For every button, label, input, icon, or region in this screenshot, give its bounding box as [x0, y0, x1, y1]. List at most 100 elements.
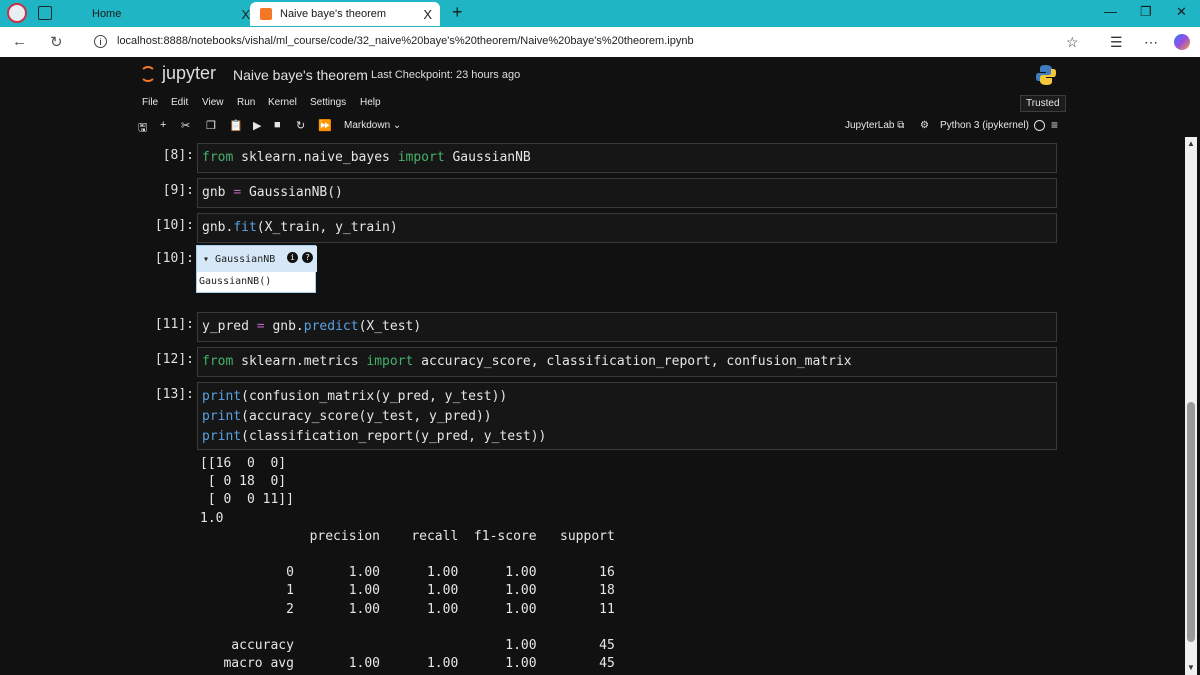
cell-output-text: [[16 0 0] [ 0 18 0] [ 0 0 11]] 1.0 precis… [200, 455, 615, 673]
favorite-star-icon[interactable]: ☆ [1066, 34, 1079, 51]
jupyter-logo[interactable]: jupyter [140, 63, 216, 84]
code-editor[interactable]: gnb.fit(X_train, y_train) [197, 213, 1057, 243]
profile-avatar[interactable] [7, 3, 27, 23]
keyword: import [366, 354, 414, 369]
menu-kernel[interactable]: Kernel [268, 97, 297, 108]
output-line: macro avg 1.00 1.00 1.00 45 [200, 656, 615, 672]
scroll-up-icon[interactable]: ▲ [1187, 139, 1195, 148]
cell-prompt: [13]: [154, 387, 194, 402]
url-field[interactable]: localhost:8888/notebooks/vishal/ml_cours… [117, 35, 694, 47]
tab-actions-icon[interactable] [38, 6, 52, 20]
kernel-settings-icon[interactable]: ⚙ [920, 120, 929, 131]
code-text: sklearn.naive_bayes [233, 150, 398, 165]
output-line: [ 0 18 0] [200, 474, 287, 490]
jupyterlab-label: JupyterLab [845, 120, 895, 131]
python-logo-icon [1036, 65, 1056, 85]
site-info-icon[interactable]: i [94, 35, 107, 48]
save-icon[interactable]: 🖫 [138, 119, 147, 138]
menu-view[interactable]: View [202, 97, 224, 108]
tab-close-icon[interactable]: X [423, 7, 432, 22]
restart-icon[interactable]: ↻ [296, 119, 305, 132]
code-text: (X_train, y_train) [256, 220, 398, 235]
paste-icon[interactable]: 📋 [229, 119, 243, 132]
cell-prompt: [9]: [162, 183, 194, 198]
run-icon[interactable]: ▶ [253, 119, 261, 132]
browser-window: Home X Naive baye's theorem X + — ❐ ✕ ← … [0, 0, 1200, 675]
menu-edit[interactable]: Edit [171, 97, 188, 108]
operator: = [256, 319, 265, 334]
code-text: gnb. [202, 220, 234, 235]
copilot-icon[interactable] [1174, 34, 1190, 50]
jupyterlab-link[interactable]: JupyterLab ⧉ [845, 120, 904, 131]
menu-bar: File Edit View Run Kernel Settings Help … [0, 93, 1200, 115]
help-icon[interactable]: ? [302, 252, 313, 263]
notebook-scrollbar[interactable]: ▲ ▼ [1185, 137, 1197, 675]
function-name: print [202, 429, 242, 444]
kernel-name[interactable]: Python 3 (ipykernel) [940, 120, 1029, 131]
keyword: import [397, 150, 445, 165]
tab-favicon-icon [260, 8, 272, 20]
cell-type-select[interactable]: Markdown ⌄ [344, 120, 401, 131]
cell-prompt: [10]: [154, 218, 194, 233]
code-editor[interactable]: y_pred = gnb.predict(X_test) [197, 312, 1057, 342]
code-editor[interactable]: gnb = GaussianNB() [197, 178, 1057, 208]
menu-settings[interactable]: Settings [310, 97, 346, 108]
stop-icon[interactable]: ■ [274, 119, 281, 131]
expand-arrow-icon: ▾ [203, 254, 216, 265]
more-options-icon[interactable]: ⋯ [1144, 34, 1158, 51]
code-text: (confusion_matrix(y_pred, y_test)) [241, 389, 508, 404]
cell-prompt: [8]: [162, 148, 194, 163]
copy-icon[interactable]: ❐ [206, 119, 216, 132]
code-text: gnb [202, 185, 234, 200]
trusted-badge[interactable]: Trusted [1020, 95, 1066, 112]
code-editor[interactable]: from sklearn.metrics import accuracy_sco… [197, 347, 1057, 377]
notebook-title[interactable]: Naive baye's theorem [233, 67, 368, 83]
code-text: (classification_report(y_pred, y_test)) [241, 429, 547, 444]
tab-close-icon[interactable]: X [241, 7, 250, 22]
menu-file[interactable]: File [142, 97, 158, 108]
output-prompt: [10]: [154, 251, 194, 266]
code-text: y_pred [202, 319, 257, 334]
operator: = [233, 185, 242, 200]
output-line: 2 1.00 1.00 1.00 11 [200, 601, 615, 617]
menu-help[interactable]: Help [360, 97, 381, 108]
minimize-button[interactable]: — [1104, 4, 1117, 19]
info-icon[interactable]: i [287, 252, 298, 263]
code-text: GaussianNB [444, 150, 531, 165]
code-text: (accuracy_score(y_test, y_pred)) [241, 409, 492, 424]
code-text: sklearn.metrics [233, 354, 367, 369]
tab-notebook[interactable]: Naive baye's theorem X [250, 2, 440, 26]
keyword: from [202, 150, 234, 165]
menu-run[interactable]: Run [237, 97, 255, 108]
code-text: (X_test) [358, 319, 422, 334]
scroll-down-icon[interactable]: ▼ [1187, 663, 1195, 672]
menu-hamburger-icon[interactable]: ≡ [1051, 118, 1058, 132]
notebook-toolbar: 🖫 + ✂ ❐ 📋 ▶ ■ ↻ ⏩ Markdown ⌄ JupyterLab … [0, 115, 1200, 137]
jupyter-brand: jupyter [162, 63, 217, 83]
scrollbar-thumb[interactable] [1187, 402, 1195, 642]
output-line: [ 0 0 11]] [200, 492, 294, 508]
insert-cell-icon[interactable]: + [160, 119, 166, 131]
run-all-icon[interactable]: ⏩ [318, 119, 332, 132]
favorites-list-icon[interactable]: ☰ [1110, 34, 1123, 51]
tab-strip: Home X Naive baye's theorem X + — ❐ ✕ [0, 0, 1200, 27]
tab-notebook-label: Naive baye's theorem [280, 8, 387, 20]
tab-home[interactable]: Home X [72, 2, 258, 26]
new-tab-button[interactable]: + [452, 2, 463, 23]
output-line: 1 1.00 1.00 1.00 18 [200, 583, 615, 599]
estimator-widget[interactable]: ▾ GaussianNB i ? GaussianNB() [196, 245, 317, 293]
code-editor[interactable]: print(confusion_matrix(y_pred, y_test)) … [197, 382, 1057, 450]
refresh-icon[interactable]: ↻ [50, 33, 63, 51]
function-name: print [202, 409, 242, 424]
cut-icon[interactable]: ✂ [181, 119, 190, 132]
restore-button[interactable]: ❐ [1140, 4, 1152, 20]
output-line: 1.0 [200, 510, 224, 526]
window-close-button[interactable]: ✕ [1176, 4, 1187, 20]
back-icon[interactable]: ← [12, 33, 27, 50]
code-text: gnb. [264, 319, 304, 334]
code-editor[interactable]: from sklearn.naive_bayes import Gaussian… [197, 143, 1057, 173]
estimator-header[interactable]: ▾ GaussianNB [197, 246, 317, 272]
output-line: accuracy 1.00 45 [200, 638, 615, 654]
function-name: predict [303, 319, 359, 334]
